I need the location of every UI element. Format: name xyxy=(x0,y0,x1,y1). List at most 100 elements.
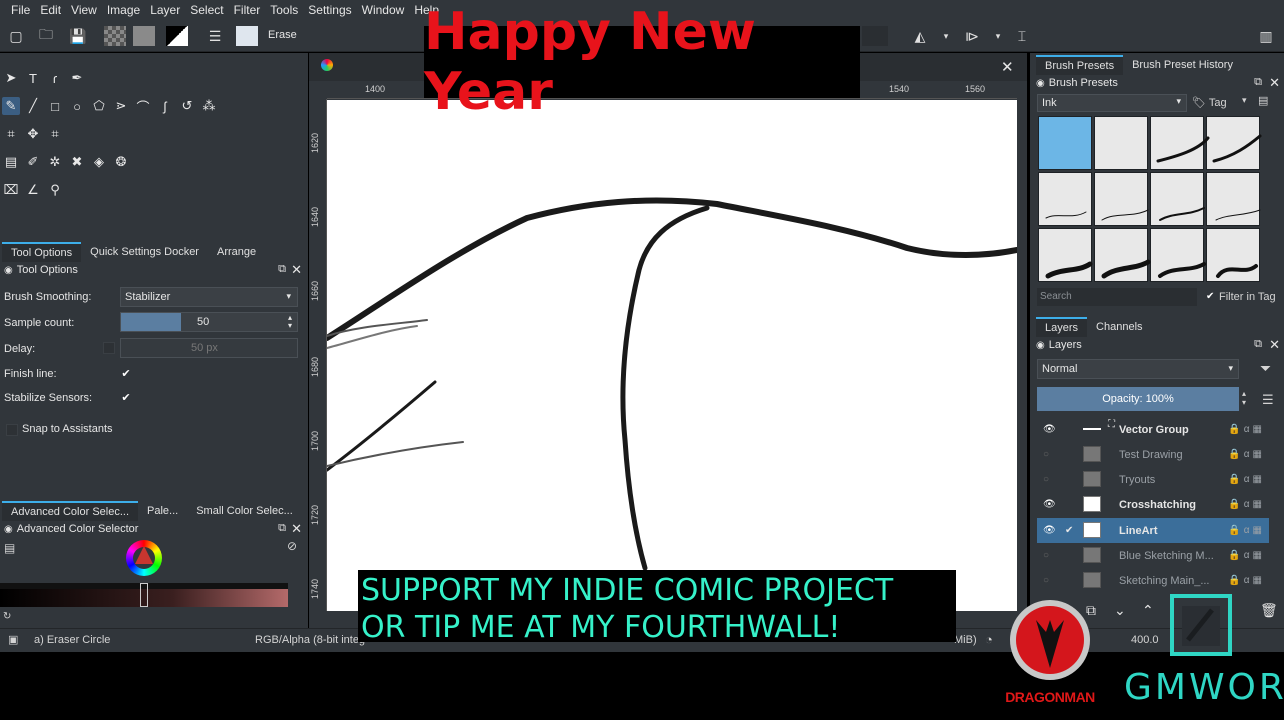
brush-search-input[interactable]: Search xyxy=(1037,288,1197,306)
multibrush-icon[interactable]: ⁂ xyxy=(200,97,218,115)
layer-row[interactable]: ○ Tryouts 🔒α▦ xyxy=(1037,467,1269,492)
menu-view[interactable]: View xyxy=(66,0,102,20)
opacity-slider[interactable]: Opacity: 100% xyxy=(1037,387,1239,411)
delay-field[interactable]: 50 px xyxy=(120,338,298,358)
tab-small-color[interactable]: Small Color Selec... xyxy=(187,501,302,521)
edit-shapes-icon[interactable]: ɾ xyxy=(46,69,64,87)
menu-settings[interactable]: Settings xyxy=(303,0,356,20)
text-tool-icon[interactable]: T xyxy=(24,69,42,87)
color-wheel[interactable] xyxy=(126,540,162,576)
move-tool-icon[interactable]: ✥ xyxy=(24,125,42,143)
tab-quick-settings[interactable]: Quick Settings Docker xyxy=(81,242,208,262)
fill-tool-icon[interactable]: ◈ xyxy=(90,153,108,171)
filter-icon[interactable]: ⏷ xyxy=(1260,360,1271,377)
open-folder-icon[interactable]: 🗀 xyxy=(36,26,56,46)
gradient-tool-icon[interactable]: ▤ xyxy=(2,153,20,171)
refresh-icon[interactable]: ↻ xyxy=(3,611,11,622)
float-icon[interactable]: ⧉ xyxy=(278,522,286,535)
chevron-down-icon[interactable]: ▾ xyxy=(988,26,1008,46)
tab-channels[interactable]: Channels xyxy=(1087,317,1151,337)
eraser-mode-icon[interactable] xyxy=(236,26,258,46)
menu-window[interactable]: Window xyxy=(357,0,410,20)
select-shapes-icon[interactable]: ➤ xyxy=(2,69,20,87)
reference-tool-icon[interactable]: ⚲ xyxy=(46,181,64,199)
color-picker-icon[interactable]: ✐ xyxy=(24,153,42,171)
visibility-off-icon[interactable]: ○ xyxy=(1043,474,1055,485)
tab-arrange[interactable]: Arrange xyxy=(208,242,265,262)
float-icon[interactable]: ⧉ xyxy=(278,263,286,276)
color-triangle[interactable] xyxy=(135,546,153,564)
crop-tool-icon[interactable]: ⌗ xyxy=(46,125,64,143)
chevron-down-icon[interactable]: ▾ xyxy=(1242,95,1247,106)
save-icon[interactable]: 💾 xyxy=(68,26,88,46)
visibility-off-icon[interactable]: ○ xyxy=(1043,575,1055,586)
layer-row-selected[interactable]: 👁 ✔ LineArt 🔒α▦ xyxy=(1037,518,1269,543)
line-tool-icon[interactable]: ╱ xyxy=(24,97,42,115)
close-icon[interactable]: ✕ xyxy=(1269,75,1280,91)
ellipse-tool-icon[interactable]: ○ xyxy=(68,97,86,115)
menu-filter[interactable]: Filter xyxy=(229,0,266,20)
tab-brush-preset-history[interactable]: Brush Preset History xyxy=(1123,55,1242,75)
finish-line-checkbox[interactable]: ✔ xyxy=(120,368,132,380)
layer-row[interactable]: ○ Blue Sketching M... 🔒α▦ xyxy=(1037,543,1269,568)
colorize-mask-icon[interactable]: ✖ xyxy=(68,153,86,171)
spin-arrows-icon[interactable]: ▴ ▾ xyxy=(1242,389,1246,407)
layer-row[interactable]: 👁 Crosshatching 🔒α▦ xyxy=(1037,492,1269,517)
fg-bg-color-icon[interactable] xyxy=(166,26,188,46)
dynamic-brush-icon[interactable]: ↺ xyxy=(178,97,196,115)
calligraphy-icon[interactable]: ✒ xyxy=(68,69,86,87)
freehand-path-icon[interactable]: ʃ xyxy=(156,97,174,115)
tag-button[interactable]: 🏷 Tag xyxy=(1192,96,1227,109)
workspace-icon[interactable]: ▥ xyxy=(1256,26,1276,46)
layer-row[interactable]: 👁 ⛶ Vector Group 🔒α▦ xyxy=(1037,417,1269,442)
drawing-canvas[interactable] xyxy=(327,100,1017,611)
layer-lock-icons[interactable]: 🔒α▦ xyxy=(1228,550,1265,561)
chevron-down-icon[interactable]: ▾ xyxy=(936,26,956,46)
menu-select[interactable]: Select xyxy=(185,0,228,20)
tab-palette[interactable]: Pale... xyxy=(138,501,187,521)
brush-smoothing-select[interactable]: Stabilizer ▾ xyxy=(120,287,298,307)
visibility-eye-icon[interactable]: 👁 xyxy=(1043,499,1056,510)
filter-in-tag-checkbox[interactable]: ✔ xyxy=(1206,291,1214,302)
stabilize-sensors-checkbox[interactable]: ✔ xyxy=(120,392,132,404)
layer-lock-icons[interactable]: 🔒α▦ xyxy=(1228,474,1265,485)
smart-patch-icon[interactable]: ✲ xyxy=(46,153,64,171)
shade-cursor[interactable] xyxy=(140,583,148,607)
brush-settings-icon[interactable]: ☰ xyxy=(205,26,225,46)
menu-layer[interactable]: Layer xyxy=(145,0,185,20)
new-document-icon[interactable]: ▢ xyxy=(6,26,26,46)
mirror-vertical-icon[interactable]: ⧐ xyxy=(962,26,982,46)
close-icon[interactable]: ✕ xyxy=(1269,337,1280,353)
assistant-tool-icon[interactable]: ⌧ xyxy=(2,181,20,199)
layer-lock-icons[interactable]: 🔒α▦ xyxy=(1228,499,1265,510)
measure-tool-icon[interactable]: ∠ xyxy=(24,181,42,199)
visibility-eye-icon[interactable]: 👁 xyxy=(1043,424,1056,435)
visibility-eye-icon[interactable]: 👁 xyxy=(1043,525,1056,536)
pattern-swatch[interactable] xyxy=(133,26,155,46)
spin-arrows-icon[interactable]: ▴ ▾ xyxy=(288,314,292,330)
gradient-swatch[interactable] xyxy=(104,26,126,46)
wrap-around-icon[interactable]: ⌶ xyxy=(1012,26,1032,46)
polyline-tool-icon[interactable]: ⋗ xyxy=(112,97,130,115)
menu-edit[interactable]: Edit xyxy=(35,0,66,20)
transform-tool-icon[interactable]: ⌗ xyxy=(2,125,20,143)
color-settings-icon[interactable]: ▤ xyxy=(4,541,15,555)
layer-menu-icon[interactable]: ☰ xyxy=(1262,392,1274,408)
tab-brush-presets[interactable]: Brush Presets xyxy=(1036,55,1124,75)
menu-image[interactable]: Image xyxy=(102,0,145,20)
polygon-tool-icon[interactable]: ⬠ xyxy=(90,97,108,115)
enclose-fill-icon[interactable]: ❂ xyxy=(112,153,130,171)
freehand-brush-icon[interactable]: ✎ xyxy=(2,97,20,115)
layer-lock-icons[interactable]: 🔒α▦ xyxy=(1228,575,1265,586)
rectangle-tool-icon[interactable]: □ xyxy=(46,97,64,115)
tab-advanced-color[interactable]: Advanced Color Selec... xyxy=(2,501,139,521)
delay-checkbox[interactable] xyxy=(103,342,115,354)
close-document-icon[interactable]: ✕ xyxy=(1001,58,1014,76)
toolbar-field[interactable] xyxy=(862,26,888,46)
layer-lock-icons[interactable]: 🔒α▦ xyxy=(1228,424,1265,435)
reset-icon[interactable]: ⊘ xyxy=(287,539,297,553)
tab-tool-options[interactable]: Tool Options xyxy=(2,242,82,262)
sample-count-slider[interactable]: 50 ▴ ▾ xyxy=(120,312,298,332)
snap-checkbox[interactable] xyxy=(6,424,18,436)
brush-view-icon[interactable]: ▤ xyxy=(1258,94,1268,107)
